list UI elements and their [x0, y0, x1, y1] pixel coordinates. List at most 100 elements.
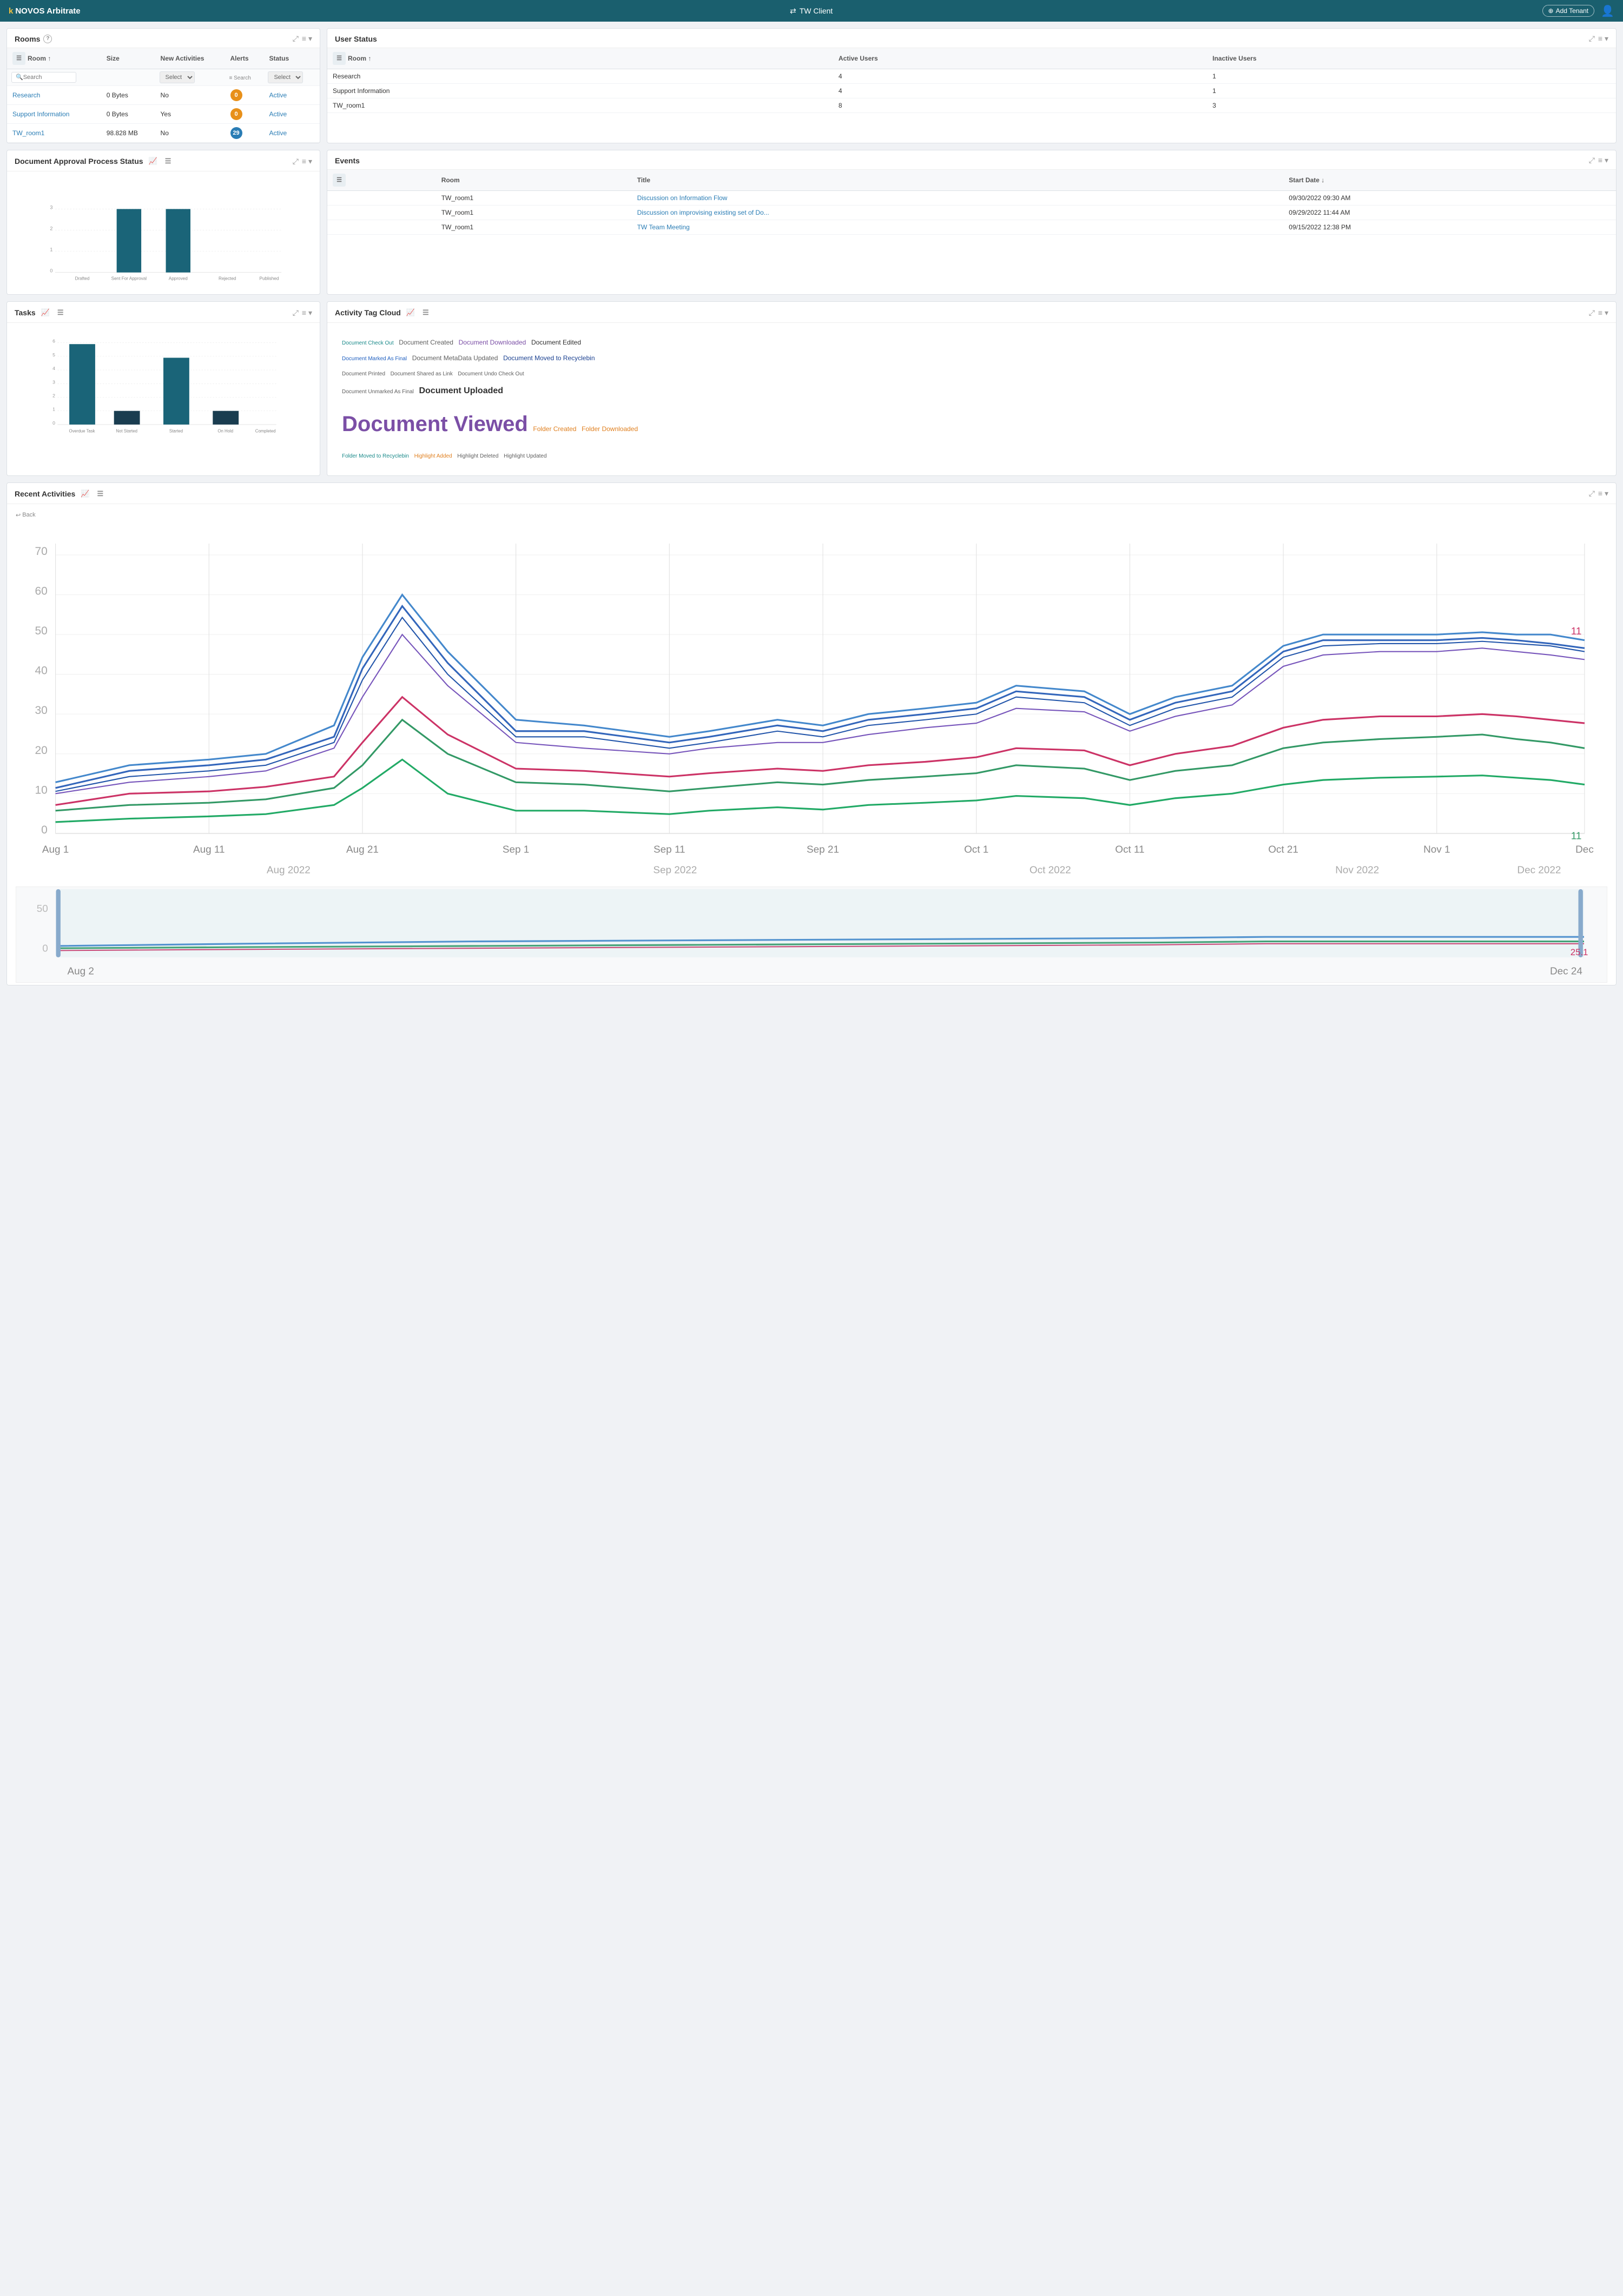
doc-approval-table-icon[interactable]: ☰ [163, 156, 174, 167]
recent-activities-mini-chart: 0 50 Aug 2 Dec 24 25.1 [16, 889, 1607, 980]
us-cell-active: 8 [833, 98, 1207, 113]
rooms-search-input[interactable] [11, 72, 76, 83]
events-cell-title: Discussion on improvising existing set o… [632, 206, 1284, 220]
rooms-room-link[interactable]: Research [12, 91, 40, 99]
events-title-link[interactable]: Discussion on improvising existing set o… [637, 209, 769, 216]
rooms-activities-filter: Select [155, 69, 225, 86]
rooms-size-filter [101, 69, 155, 86]
us-cell-room: Support Information [327, 84, 833, 98]
doc-approval-title: Document Approval Process Status 📈 ☰ [15, 156, 173, 167]
add-tenant-button[interactable]: ⊕ Add Tenant [1542, 5, 1595, 17]
svg-text:Aug 2: Aug 2 [68, 966, 94, 977]
rooms-room-link[interactable]: TW_room1 [12, 129, 44, 137]
user-avatar[interactable]: 👤 [1601, 4, 1614, 18]
tag-doc-unmarked[interactable]: Document Unmarked As Final [342, 389, 414, 395]
us-cell-inactive: 1 [1207, 69, 1616, 84]
doc-approval-fullscreen[interactable]: ⤢ [293, 157, 299, 166]
recent-activities-fullscreen[interactable]: ⤢ [1589, 489, 1595, 498]
tag-doc-shared[interactable]: Document Shared as Link [391, 371, 453, 377]
doc-approval-chart-icon[interactable]: 📈 [147, 156, 160, 167]
svg-text:70: 70 [35, 545, 47, 558]
events-table-icon-btn[interactable]: ☰ [333, 174, 346, 187]
rooms-cell-alerts: 0 [225, 105, 264, 124]
tag-cloud-table-icon[interactable]: ☰ [420, 307, 431, 318]
rooms-fullscreen-icon[interactable]: ⤢ [293, 34, 299, 43]
rooms-status-text: Active [269, 91, 287, 99]
events-table-header: ☰ Room Title Start Date ↓ [327, 170, 1616, 191]
recent-activities-table-icon[interactable]: ☰ [95, 488, 106, 499]
events-title-text: Events [335, 156, 360, 165]
events-title-link[interactable]: TW Team Meeting [637, 223, 690, 231]
tasks-chart-icon[interactable]: 📈 [39, 307, 52, 318]
tag-cloud-fullscreen[interactable]: ⤢ [1589, 308, 1595, 317]
rooms-cell-status: Active [263, 124, 320, 143]
tag-cloud-chart-icon[interactable]: 📈 [404, 307, 417, 318]
rooms-cell-size: 0 Bytes [101, 105, 155, 124]
add-tenant-label: Add Tenant [1556, 7, 1589, 15]
user-status-menu-icon[interactable]: ≡ ▾ [1598, 34, 1608, 43]
events-cell-room: TW_room1 [436, 191, 632, 206]
rooms-cell-name: TW_room1 [7, 124, 101, 143]
user-status-table-row: Support Information 4 1 [327, 84, 1616, 98]
rooms-table-row: Support Information 0 Bytes Yes 0 Active [7, 105, 320, 124]
events-fullscreen[interactable]: ⤢ [1589, 156, 1595, 165]
tag-doc-checkout[interactable]: Document Check Out [342, 340, 394, 346]
svg-text:Overdue Task: Overdue Task [69, 429, 95, 434]
rooms-alerts-badge: 0 [230, 108, 242, 120]
tag-doc-metadata[interactable]: Document MetaData Updated [412, 354, 498, 362]
tag-highlight-updated[interactable]: Highlight Updated [504, 453, 547, 459]
back-label: Back [22, 512, 35, 518]
rooms-help-icon[interactable]: ? [43, 35, 52, 43]
tag-doc-printed[interactable]: Document Printed [342, 371, 385, 377]
app-header: k NOVOS Arbitrate ⇄ TW Client ⊕ Add Tena… [0, 0, 1623, 22]
rooms-table-icon[interactable]: ☰ [12, 52, 25, 65]
tasks-table-icon[interactable]: ☰ [55, 307, 66, 318]
rooms-menu-icon[interactable]: ≡ ▾ [302, 34, 312, 43]
tag-doc-marked-final[interactable]: Document Marked As Final [342, 356, 407, 362]
events-cell-checkbox [327, 220, 436, 235]
plus-circle-icon: ⊕ [1548, 7, 1554, 15]
tag-highlight-deleted[interactable]: Highlight Deleted [457, 453, 498, 459]
svg-text:Sep 2022: Sep 2022 [653, 864, 697, 876]
user-status-header: User Status ⤢ ≡ ▾ [327, 29, 1616, 48]
tasks-actions: ⤢ ≡ ▾ [293, 308, 312, 317]
tag-doc-uploaded[interactable]: Document Uploaded [419, 386, 503, 395]
tasks-menu[interactable]: ≡ ▾ [302, 308, 312, 317]
back-button[interactable]: ↩ Back [16, 510, 1607, 521]
svg-text:Sep 11: Sep 11 [654, 844, 685, 855]
events-cell-title: TW Team Meeting [632, 220, 1284, 235]
app-name: NOVOS Arbitrate [15, 6, 80, 16]
tag-doc-viewed[interactable]: Document Viewed [342, 412, 528, 436]
rooms-col-room-label: Room ↑ [28, 55, 51, 62]
svg-text:0: 0 [50, 268, 52, 274]
user-status-actions: ⤢ ≡ ▾ [1589, 34, 1608, 43]
tag-doc-edited[interactable]: Document Edited [531, 339, 581, 346]
user-status-fullscreen-icon[interactable]: ⤢ [1589, 34, 1595, 43]
tag-cloud-header: Activity Tag Cloud 📈 ☰ ⤢ ≡ ▾ [327, 302, 1616, 323]
us-table-icon[interactable]: ☰ [333, 52, 346, 65]
tag-doc-downloaded[interactable]: Document Downloaded [459, 339, 526, 346]
tag-folder-recyclebin[interactable]: Folder Moved to Recyclebin [342, 453, 409, 459]
user-status-body: ☰ Room ↑ Active Users Inactive Users Res… [327, 48, 1616, 113]
tag-doc-created[interactable]: Document Created [399, 339, 453, 346]
rooms-activities-select[interactable]: Select [160, 71, 195, 83]
tag-folder-created[interactable]: Folder Created [533, 425, 576, 433]
rooms-room-link[interactable]: Support Information [12, 110, 69, 118]
tag-doc-undo-checkout[interactable]: Document Undo Check Out [458, 371, 524, 377]
tag-doc-recyclebin[interactable]: Document Moved to Recyclebin [503, 354, 595, 362]
app-logo: k NOVOS Arbitrate [9, 6, 81, 16]
events-title-link[interactable]: Discussion on Information Flow [637, 194, 728, 202]
tag-folder-downloaded[interactable]: Folder Downloaded [582, 425, 638, 433]
events-menu[interactable]: ≡ ▾ [1598, 156, 1608, 165]
rooms-cell-alerts: 29 [225, 124, 264, 143]
rooms-status-select[interactable]: Select [268, 71, 303, 83]
tasks-title: Tasks 📈 ☰ [15, 307, 66, 318]
tag-cloud-menu[interactable]: ≡ ▾ [1598, 308, 1608, 317]
doc-approval-menu[interactable]: ≡ ▾ [302, 157, 312, 166]
recent-activities-chart-icon[interactable]: 📈 [78, 488, 91, 499]
doc-approval-actions: ⤢ ≡ ▾ [293, 157, 312, 166]
third-row: Tasks 📈 ☰ ⤢ ≡ ▾ 0 1 2 3 4 5 [6, 301, 1617, 476]
recent-activities-menu[interactable]: ≡ ▾ [1598, 489, 1608, 498]
tag-highlight-added[interactable]: Highlight Added [414, 453, 452, 459]
tasks-fullscreen[interactable]: ⤢ [293, 308, 299, 317]
